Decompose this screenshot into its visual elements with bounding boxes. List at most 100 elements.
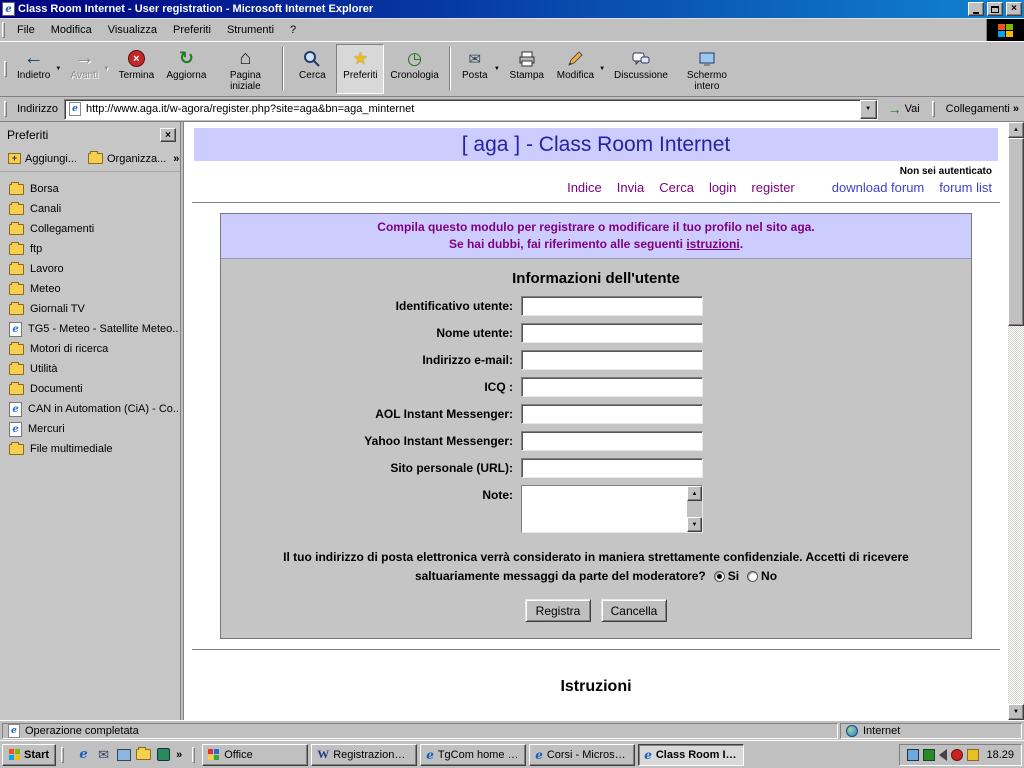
menu-file[interactable]: File xyxy=(9,20,43,40)
back-dropdown-icon[interactable]: ▼ xyxy=(55,66,61,72)
volume-tray-icon[interactable] xyxy=(939,749,947,761)
menu-visualizza[interactable]: Visualizza xyxy=(100,20,165,40)
organize-favorites-button[interactable]: Organizza... xyxy=(84,149,170,169)
links-bar[interactable]: Collegamenti » xyxy=(943,103,1022,115)
scrollbar-thumb[interactable] xyxy=(1008,138,1024,326)
network-tray-icon[interactable] xyxy=(923,749,935,761)
email-input[interactable] xyxy=(521,350,703,370)
scheduler-tray-icon[interactable] xyxy=(967,749,979,761)
forward-dropdown-icon[interactable]: ▼ xyxy=(103,66,109,72)
search-button[interactable]: Cerca xyxy=(288,44,336,94)
address-url[interactable]: http://www.aga.it/w-agora/register.php?s… xyxy=(86,103,855,115)
yahoo-input[interactable] xyxy=(521,431,703,451)
favorite-item[interactable]: Lavoro xyxy=(2,259,178,279)
links-grip[interactable] xyxy=(932,101,935,117)
refresh-button[interactable]: ↻ Aggiorna xyxy=(160,44,212,94)
discuss-button[interactable]: Discussione xyxy=(608,44,674,94)
radio-no-label[interactable]: No xyxy=(761,569,777,583)
note-textarea-input[interactable] xyxy=(522,486,687,532)
nav-register[interactable]: register xyxy=(751,180,794,195)
scroll-up-button[interactable]: ▲ xyxy=(1008,122,1024,138)
favorite-item[interactable]: Collegamenti xyxy=(2,219,178,239)
favorite-item[interactable]: eMercuri xyxy=(2,419,178,439)
links-chevron-icon[interactable]: » xyxy=(1013,103,1019,115)
stop-button[interactable]: × Termina xyxy=(112,44,160,94)
istruzioni-link[interactable]: istruzioni xyxy=(686,237,739,251)
close-button[interactable]: × xyxy=(1006,2,1022,16)
ie-quicklaunch-icon[interactable]: e xyxy=(76,747,91,762)
edit-dropdown-icon[interactable]: ▼ xyxy=(599,66,605,72)
menu-strumenti[interactable]: Strumenti xyxy=(219,20,282,40)
menu-modifica[interactable]: Modifica xyxy=(43,20,100,40)
tasks-grip[interactable] xyxy=(192,747,195,763)
note-textarea[interactable]: ▲ ▼ xyxy=(521,485,703,533)
print-button[interactable]: Stampa xyxy=(503,44,551,94)
task-registrazione[interactable]: W Registrazione al c... xyxy=(311,744,417,766)
nav-invia[interactable]: Invia xyxy=(617,180,644,195)
scrollbar-track[interactable] xyxy=(1008,138,1024,704)
history-button[interactable]: ◷ Cronologia xyxy=(384,44,444,94)
radio-no[interactable] xyxy=(747,571,758,582)
media-quicklaunch-icon[interactable] xyxy=(156,747,171,762)
favorite-item[interactable]: Documenti xyxy=(2,379,178,399)
add-favorite-button[interactable]: + Aggiungi... xyxy=(4,149,81,169)
favorite-item[interactable]: eCAN in Automation (CiA) - Co... xyxy=(2,399,178,419)
folder-quicklaunch-icon[interactable] xyxy=(136,747,151,762)
minimize-button[interactable] xyxy=(968,2,984,16)
favorites-button[interactable]: ★ Preferiti xyxy=(336,44,384,94)
menu-help[interactable]: ? xyxy=(282,20,304,40)
favorite-item[interactable]: eTG5 - Meteo - Satellite Meteo... xyxy=(2,319,178,339)
start-button[interactable]: Start xyxy=(2,744,56,766)
edit-button[interactable]: Modifica ▼ xyxy=(551,44,608,94)
scroll-down-icon[interactable]: ▼ xyxy=(687,517,702,532)
home-button[interactable]: ⌂ Pagina iniziale xyxy=(212,44,278,94)
aim-input[interactable] xyxy=(521,404,703,424)
fullscreen-button[interactable]: Schermo intero xyxy=(674,44,740,94)
favorite-item[interactable]: Utilità xyxy=(2,359,178,379)
nav-cerca[interactable]: Cerca xyxy=(659,180,694,195)
forward-button[interactable]: → Avanti ▼ xyxy=(64,44,112,94)
user-id-input[interactable] xyxy=(521,296,703,316)
quicklaunch-chevron-icon[interactable]: » xyxy=(176,749,182,761)
task-tgcom[interactable]: e TgCom home pag... xyxy=(420,744,526,766)
nav-download-forum[interactable]: download forum xyxy=(832,180,925,195)
scroll-up-icon[interactable]: ▲ xyxy=(687,486,702,501)
user-name-input[interactable] xyxy=(521,323,703,343)
address-dropdown-button[interactable]: ▼ xyxy=(860,100,877,119)
address-grip[interactable] xyxy=(4,101,7,117)
task-corsi[interactable]: e Corsi - Microsoft In... xyxy=(529,744,635,766)
nav-login[interactable]: login xyxy=(709,180,736,195)
icq-input[interactable] xyxy=(521,377,703,397)
quicklaunch-grip[interactable] xyxy=(61,747,64,763)
mail-button[interactable]: ✉ Posta ▼ xyxy=(455,44,503,94)
show-desktop-icon[interactable] xyxy=(116,747,131,762)
favorite-item[interactable]: Motori di ricerca xyxy=(2,339,178,359)
favorites-close-button[interactable]: × xyxy=(160,128,176,142)
back-button[interactable]: ← Indietro ▼ xyxy=(11,44,64,94)
task-classroom[interactable]: e Class Room In... xyxy=(638,744,744,766)
nav-indice[interactable]: Indice xyxy=(567,180,602,195)
favorite-item[interactable]: File multimediale xyxy=(2,439,178,459)
maximize-button[interactable] xyxy=(987,2,1003,16)
radio-si-label[interactable]: Si xyxy=(728,569,739,583)
nav-forum-list[interactable]: forum list xyxy=(939,180,992,195)
display-tray-icon[interactable] xyxy=(907,749,919,761)
favorite-item[interactable]: ftp xyxy=(2,239,178,259)
title-bar[interactable]: e Class Room Internet - User registratio… xyxy=(0,0,1024,18)
menu-preferiti[interactable]: Preferiti xyxy=(165,20,219,40)
favorite-item[interactable]: Borsa xyxy=(2,179,178,199)
antivirus-tray-icon[interactable] xyxy=(951,749,963,761)
cancella-button[interactable]: Cancella xyxy=(601,599,667,622)
go-button[interactable]: → Vai xyxy=(882,98,926,120)
scroll-down-button[interactable]: ▼ xyxy=(1008,704,1024,720)
mail-dropdown-icon[interactable]: ▼ xyxy=(494,66,500,72)
favorite-item[interactable]: Giornali TV xyxy=(2,299,178,319)
menu-grip[interactable] xyxy=(2,22,5,38)
task-office[interactable]: Office xyxy=(202,744,308,766)
mail-quicklaunch-icon[interactable]: ✉ xyxy=(96,747,111,762)
taskbar-clock[interactable]: 18.29 xyxy=(986,749,1014,761)
vertical-scrollbar[interactable]: ▲ ▼ xyxy=(1008,122,1024,720)
personal-url-input[interactable] xyxy=(521,458,703,478)
radio-si[interactable] xyxy=(714,571,725,582)
favorite-item[interactable]: Meteo xyxy=(2,279,178,299)
